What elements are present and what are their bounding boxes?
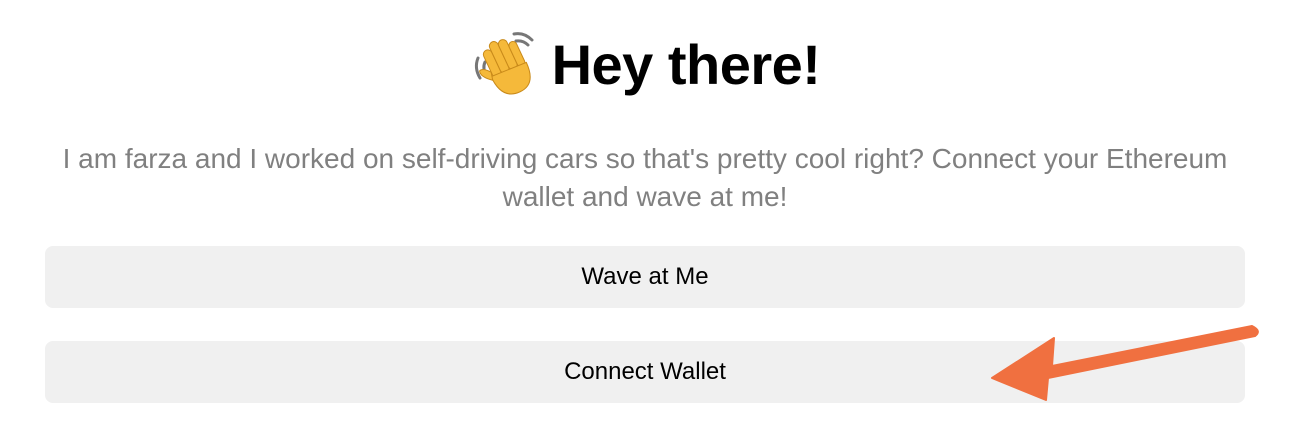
- waving-hand-icon: [470, 28, 542, 100]
- page-title: Hey there!: [551, 32, 821, 96]
- wave-button[interactable]: Wave at Me: [45, 246, 1245, 308]
- bio-text: I am farza and I worked on self-driving …: [62, 143, 1228, 212]
- connect-wallet-button[interactable]: Connect Wallet: [45, 341, 1245, 403]
- main-content: Hey there! I am farza and I worked on se…: [45, 0, 1245, 403]
- header: Hey there!: [45, 0, 1245, 128]
